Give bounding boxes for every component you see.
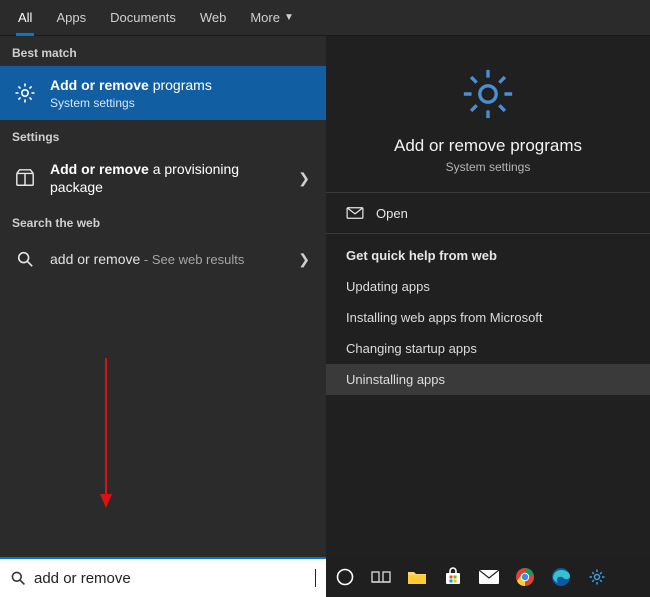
- tab-label: Apps: [56, 10, 86, 25]
- action-label: Open: [376, 206, 408, 221]
- tab-label: All: [18, 10, 32, 25]
- tab-label: Documents: [110, 10, 176, 25]
- result-add-remove-programs[interactable]: Add or remove programs System settings: [0, 66, 326, 120]
- result-title: add or remove - See web results: [50, 251, 282, 267]
- help-installing-web-apps[interactable]: Installing web apps from Microsoft: [326, 302, 650, 333]
- taskbar: [326, 557, 650, 597]
- task-view-icon[interactable]: [370, 566, 392, 588]
- result-subtitle: System settings: [50, 96, 314, 110]
- tab-documents[interactable]: Documents: [98, 0, 188, 36]
- result-provisioning-package[interactable]: Add or remove a provisioning package ❯: [0, 150, 326, 206]
- bottom-bar: [0, 557, 650, 597]
- tab-more[interactable]: More ▼: [238, 0, 306, 36]
- result-web-search[interactable]: add or remove - See web results ❯: [0, 236, 326, 282]
- settings-sync-icon[interactable]: [586, 566, 608, 588]
- search-icon: [12, 246, 38, 272]
- search-icon: [10, 570, 26, 586]
- action-open[interactable]: Open: [326, 193, 650, 233]
- result-title: Add or remove a provisioning package: [50, 160, 282, 196]
- tab-web[interactable]: Web: [188, 0, 239, 36]
- package-icon: [12, 165, 38, 191]
- tab-apps[interactable]: Apps: [44, 0, 98, 36]
- result-title: Add or remove programs: [50, 76, 314, 94]
- mail-icon[interactable]: [478, 566, 500, 588]
- chevron-down-icon: ▼: [284, 12, 294, 23]
- preview-pane: Add or remove programs System settings O…: [326, 36, 650, 557]
- microsoft-store-icon[interactable]: [442, 566, 464, 588]
- open-icon: [346, 205, 364, 221]
- gear-icon: [456, 62, 520, 126]
- preview-title: Add or remove programs: [346, 136, 630, 156]
- help-header: Get quick help from web: [326, 234, 650, 271]
- tab-label: Web: [200, 10, 227, 25]
- file-explorer-icon[interactable]: [406, 566, 428, 588]
- edge-icon[interactable]: [550, 566, 572, 588]
- tab-all[interactable]: All: [6, 0, 44, 36]
- chevron-right-icon: ❯: [294, 170, 314, 187]
- chevron-right-icon: ❯: [294, 251, 314, 268]
- tab-label: More: [250, 10, 280, 25]
- search-box[interactable]: [0, 557, 326, 597]
- help-updating-apps[interactable]: Updating apps: [326, 271, 650, 302]
- help-changing-startup-apps[interactable]: Changing startup apps: [326, 333, 650, 364]
- section-best-match: Best match: [0, 36, 326, 66]
- search-input[interactable]: [34, 570, 307, 587]
- preview-subtitle: System settings: [346, 160, 630, 174]
- section-search-web: Search the web: [0, 206, 326, 236]
- chrome-icon[interactable]: [514, 566, 536, 588]
- help-uninstalling-apps[interactable]: Uninstalling apps: [326, 364, 650, 395]
- cortana-icon[interactable]: [334, 566, 356, 588]
- section-settings: Settings: [0, 120, 326, 150]
- gear-icon: [12, 80, 38, 106]
- annotation-arrow-icon: [96, 354, 116, 514]
- text-caret: [315, 569, 316, 587]
- results-pane: Best match Add or remove programs System…: [0, 36, 326, 557]
- search-scope-tabs: All Apps Documents Web More ▼: [0, 0, 650, 36]
